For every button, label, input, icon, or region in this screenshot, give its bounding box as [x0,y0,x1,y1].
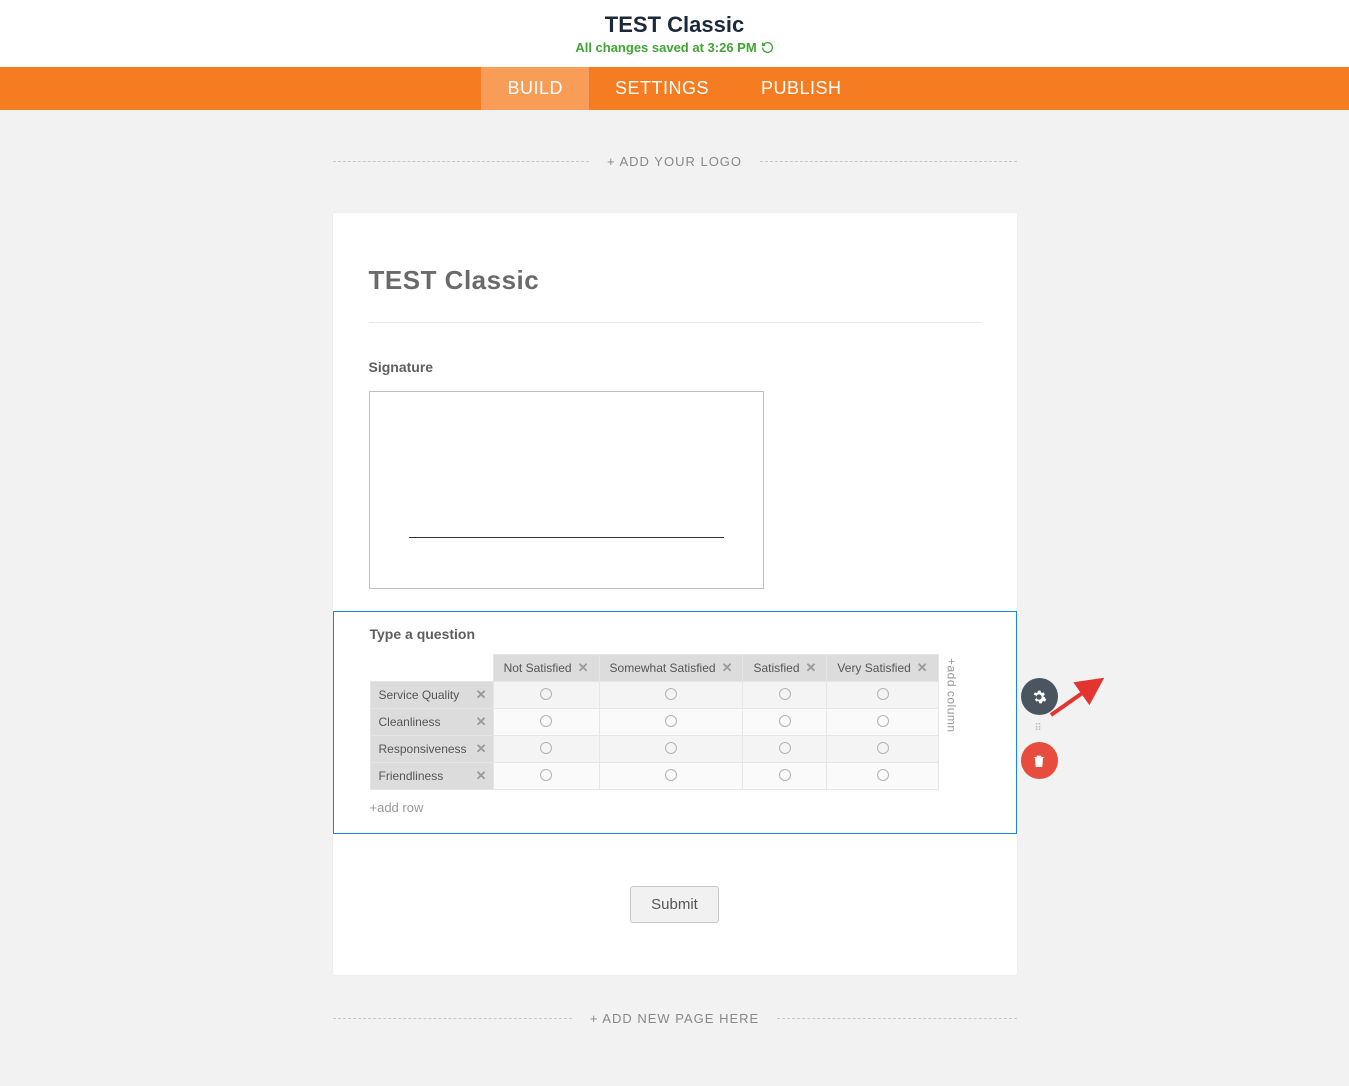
remove-row-icon[interactable]: ✕ [476,687,487,703]
likert-col-2[interactable]: Satisfied✕ [743,655,827,682]
question-settings-button[interactable] [1021,678,1058,715]
tab-settings[interactable]: SETTINGS [589,67,735,110]
radio-icon [665,742,677,754]
add-row-button[interactable]: +add row [370,800,980,815]
save-status-text: All changes saved at 3:26 PM [575,40,756,55]
remove-col-icon[interactable]: ✕ [917,660,928,676]
remove-col-icon[interactable]: ✕ [722,660,733,676]
gear-icon [1031,689,1047,705]
likert-row-0[interactable]: Service Quality✕ [370,682,493,709]
radio-icon [779,769,791,781]
dash-line [333,1018,572,1019]
dash-line [760,161,1016,162]
likert-cell[interactable] [493,682,599,709]
undo-icon[interactable] [761,41,774,54]
radio-icon [540,688,552,700]
likert-cell[interactable] [599,709,743,736]
likert-cell[interactable] [827,736,938,763]
likert-cell[interactable] [493,763,599,790]
app-title: TEST Classic [0,12,1349,38]
add-page-row: + ADD NEW PAGE HERE [333,1011,1017,1086]
remove-col-icon[interactable]: ✕ [578,660,589,676]
nav-bar: BUILD SETTINGS PUBLISH [0,67,1349,110]
radio-icon [665,715,677,727]
likert-cell[interactable] [493,709,599,736]
radio-icon [540,742,552,754]
drag-handle-icon[interactable]: ⠿ [1034,723,1043,734]
signature-label: Signature [369,359,981,375]
radio-icon [877,769,889,781]
submit-button[interactable]: Submit [630,886,719,923]
signature-line [409,537,724,538]
likert-col-1[interactable]: Somewhat Satisfied✕ [599,655,743,682]
radio-icon [877,742,889,754]
remove-row-icon[interactable]: ✕ [476,714,487,730]
likert-question-title[interactable]: Type a question [370,626,980,642]
add-logo-row: + ADD YOUR LOGO [333,154,1017,169]
likert-row: Responsiveness✕ [370,736,938,763]
likert-cell[interactable] [827,763,938,790]
likert-cell[interactable] [493,736,599,763]
form-title[interactable]: TEST Classic [369,265,981,296]
likert-col-3[interactable]: Very Satisfied✕ [827,655,938,682]
likert-row-2[interactable]: Responsiveness✕ [370,736,493,763]
likert-row: Cleanliness✕ [370,709,938,736]
likert-cell[interactable] [599,736,743,763]
radio-icon [779,742,791,754]
likert-row-3[interactable]: Friendliness✕ [370,763,493,790]
radio-icon [877,688,889,700]
likert-cell[interactable] [827,709,938,736]
radio-icon [779,688,791,700]
radio-icon [665,688,677,700]
likert-cell[interactable] [743,736,827,763]
remove-col-icon[interactable]: ✕ [806,660,817,676]
save-status[interactable]: All changes saved at 3:26 PM [575,40,773,55]
likert-cell[interactable] [743,682,827,709]
likert-row-1[interactable]: Cleanliness✕ [370,709,493,736]
signature-field[interactable]: Signature [369,359,981,589]
trash-icon [1031,753,1047,769]
remove-row-icon[interactable]: ✕ [476,768,487,784]
radio-icon [877,715,889,727]
dash-line [333,161,589,162]
radio-icon [665,769,677,781]
likert-cell[interactable] [599,682,743,709]
remove-row-icon[interactable]: ✕ [476,741,487,757]
matrix-corner [370,655,493,682]
likert-row: Friendliness✕ [370,763,938,790]
add-column-button[interactable]: +add column [939,654,961,733]
likert-cell[interactable] [743,763,827,790]
add-page-button[interactable]: + ADD NEW PAGE HERE [590,1011,759,1026]
tab-publish[interactable]: PUBLISH [735,67,868,110]
add-logo-button[interactable]: + ADD YOUR LOGO [607,154,742,169]
radio-icon [779,715,791,727]
likert-col-0[interactable]: Not Satisfied✕ [493,655,599,682]
radio-icon [540,769,552,781]
likert-matrix: Not Satisfied✕ Somewhat Satisfied✕ Satis… [370,654,939,790]
form-divider [369,322,981,323]
dash-line [777,1018,1016,1019]
tab-build[interactable]: BUILD [481,67,589,110]
signature-canvas[interactable] [369,391,764,589]
content-wrap: + ADD YOUR LOGO TEST Classic Signature T… [333,110,1017,1086]
form-card: TEST Classic Signature Type a question N… [333,213,1017,975]
likert-cell[interactable] [599,763,743,790]
likert-question-block[interactable]: Type a question Not Satisfied✕ Somewhat … [333,611,1017,834]
likert-cell[interactable] [743,709,827,736]
likert-row: Service Quality✕ [370,682,938,709]
app-header: TEST Classic All changes saved at 3:26 P… [0,0,1349,67]
likert-cell[interactable] [827,682,938,709]
question-delete-button[interactable] [1021,742,1058,779]
radio-icon [540,715,552,727]
